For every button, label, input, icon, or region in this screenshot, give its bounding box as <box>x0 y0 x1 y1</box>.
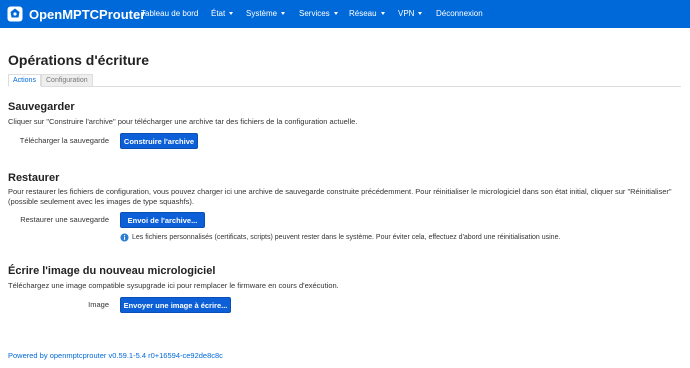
flash-image-button[interactable]: Envoyer une image à écrire... <box>120 297 231 313</box>
build-archive-button[interactable]: Construire l'archive <box>120 133 198 149</box>
flash-image-label: Image <box>88 300 109 309</box>
nav-item-network[interactable]: Réseau <box>349 0 385 28</box>
nav-item-label: Services <box>299 9 330 18</box>
top-navbar: OpenMPTCProuter Tableau de bord État Sys… <box>0 0 690 28</box>
restore-hint: Les fichiers personnalisés (certificats,… <box>120 231 560 243</box>
restore-hint-text: Les fichiers personnalisés (certificats,… <box>132 233 561 241</box>
brand[interactable]: OpenMPTCProuter <box>7 4 145 24</box>
tab-bar: Actions Configuration <box>8 74 681 87</box>
backup-description: Cliquer sur "Construire l'archive" pour … <box>8 117 358 126</box>
restore-label: Restaurer une sauvegarde <box>20 215 109 224</box>
page-title: Opérations d'écriture <box>8 52 150 68</box>
nav-item-label: Tableau de bord <box>141 9 199 18</box>
footer-link[interactable]: Powered by openmptcprouter v0.59.1-5.4 r… <box>8 351 223 360</box>
restore-description: Pour restaurer les fichiers de configura… <box>8 187 672 206</box>
nav-item-status[interactable]: État <box>211 0 234 28</box>
caret-down-icon <box>418 12 423 16</box>
caret-down-icon <box>229 12 234 16</box>
backup-label: Télécharger la sauvegarde <box>19 136 109 145</box>
backup-heading: Sauvegarder <box>8 101 75 113</box>
nav-item-logout[interactable]: Déconnexion <box>436 0 483 28</box>
upload-archive-button[interactable]: Envoi de l'archive... <box>120 212 205 228</box>
nav-item-label: Système <box>246 9 278 18</box>
caret-down-icon <box>281 12 286 16</box>
nav-item-label: VPN <box>398 9 415 18</box>
restore-heading: Restaurer <box>8 172 60 184</box>
nav-item-system[interactable]: Système <box>246 0 286 28</box>
tab-actions[interactable]: Actions <box>8 74 41 87</box>
caret-down-icon <box>380 12 385 16</box>
flash-description: Téléchargez une image compatible sysupgr… <box>8 281 339 290</box>
nav-item-dashboard[interactable]: Tableau de bord <box>141 0 198 28</box>
caret-down-icon <box>333 12 338 16</box>
flash-heading: Écrire l'image du nouveau micrologiciel <box>8 265 216 277</box>
nav-item-services[interactable]: Services <box>299 0 338 28</box>
info-icon <box>120 232 129 242</box>
nav-item-label: État <box>211 9 226 18</box>
nav-item-vpn[interactable]: VPN <box>398 0 423 28</box>
nav-item-label: Réseau <box>349 9 377 18</box>
brand-name: OpenMPTCProuter <box>29 6 146 22</box>
tab-configuration[interactable]: Configuration <box>41 74 93 87</box>
openmptcprouter-logo-icon <box>7 6 23 22</box>
nav-item-label: Déconnexion <box>436 9 483 18</box>
